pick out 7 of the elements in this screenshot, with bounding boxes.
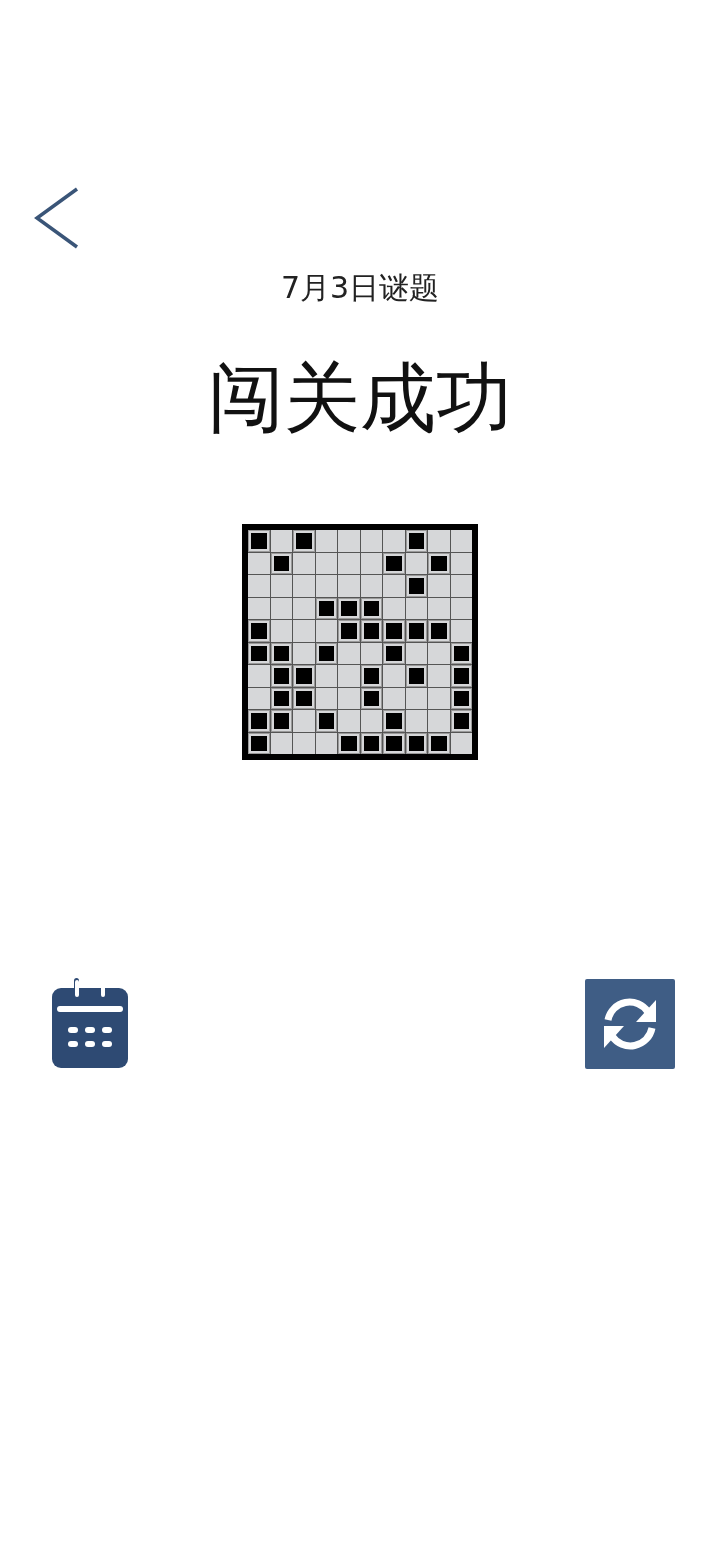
calendar-button[interactable]	[52, 978, 130, 1070]
puzzle-date: 7月3日谜题	[280, 269, 440, 307]
success-title: 闯关成功	[208, 352, 512, 444]
back-button[interactable]	[33, 186, 81, 250]
refresh-button[interactable]	[585, 979, 675, 1069]
calendar-icon	[52, 978, 130, 1070]
chevron-left-icon	[33, 186, 81, 250]
